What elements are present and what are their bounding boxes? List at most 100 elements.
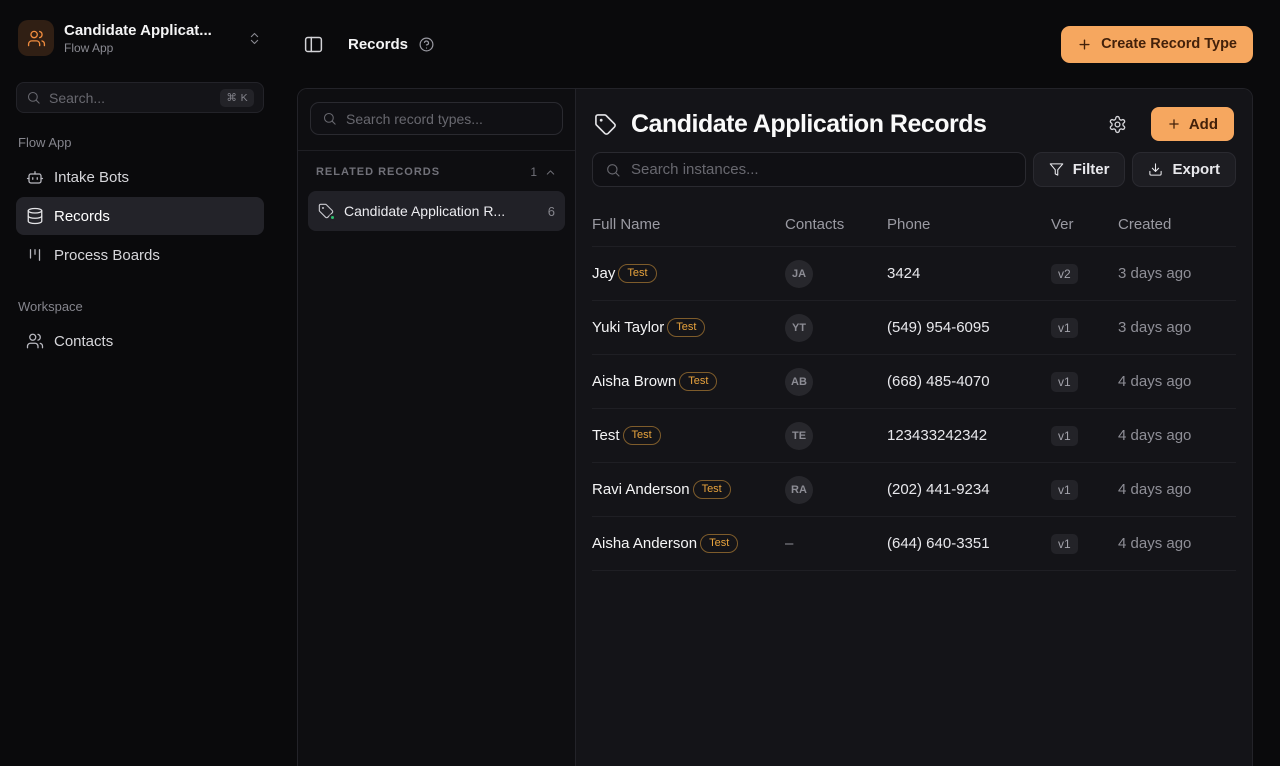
tag-icon	[318, 203, 334, 219]
instances-search[interactable]	[592, 152, 1026, 187]
col-full-name: Full Name	[592, 216, 785, 233]
col-contacts: Contacts	[785, 216, 887, 233]
search-icon	[605, 162, 621, 178]
test-badge: Test	[667, 318, 705, 337]
related-records-count: 1	[530, 165, 537, 179]
created-value: 4 days ago	[1118, 373, 1236, 390]
download-icon	[1148, 162, 1163, 177]
table-row[interactable]: Aisha AndersonTest – (644) 640-3351 v1 4…	[592, 517, 1236, 571]
record-types-search-wrap	[298, 89, 575, 151]
table-row[interactable]: Aisha BrownTest AB (668) 485-4070 v1 4 d…	[592, 355, 1236, 409]
search-icon	[322, 111, 337, 126]
record-types-panel: RELATED RECORDS 1 Candidate Application …	[298, 89, 576, 766]
chevron-up-icon	[537, 166, 557, 179]
sidebar-item-contacts[interactable]: Contacts	[16, 322, 264, 360]
avatar: JA	[785, 260, 813, 288]
related-records-label: RELATED RECORDS	[316, 166, 440, 178]
test-badge: Test	[700, 534, 738, 553]
workspace-meta: Candidate Applicat... Flow App	[64, 22, 237, 55]
sidebar-search-input[interactable]	[49, 90, 212, 106]
phone-value: 3424	[887, 265, 1051, 282]
add-record-button[interactable]: Add	[1151, 107, 1234, 141]
related-records-header[interactable]: RELATED RECORDS 1	[310, 157, 563, 187]
record-types-search[interactable]	[310, 102, 563, 135]
record-name: Yuki Taylor	[592, 319, 664, 336]
search-icon	[26, 90, 41, 105]
record-name: Ravi Anderson	[592, 481, 690, 498]
record-type-item-candidate-application[interactable]: Candidate Application R... 6	[308, 191, 565, 231]
version-badge: v2	[1051, 264, 1078, 284]
plus-icon	[1077, 37, 1092, 52]
top-header: Records Create Record Type	[280, 0, 1280, 88]
created-value: 3 days ago	[1118, 319, 1236, 336]
sidebar-item-label: Contacts	[54, 333, 113, 350]
main-toolbar: Filter Export	[592, 152, 1236, 187]
test-badge: Test	[679, 372, 717, 391]
sidebar-section-workspace: Workspace	[18, 299, 262, 314]
record-name: Aisha Anderson	[592, 535, 697, 552]
kanban-icon	[26, 246, 44, 264]
col-ver: Ver	[1051, 216, 1118, 233]
version-badge: v1	[1051, 480, 1078, 500]
phone-value: (549) 954-6095	[887, 319, 1051, 336]
content-column: Records Create Record Type	[280, 0, 1280, 766]
created-value: 4 days ago	[1118, 427, 1236, 444]
help-icon[interactable]	[414, 32, 439, 57]
test-badge: Test	[623, 426, 661, 445]
instances-search-input[interactable]	[631, 161, 1013, 178]
filter-button[interactable]: Filter	[1033, 152, 1126, 187]
database-icon	[26, 207, 44, 225]
app-root: Candidate Applicat... Flow App ⌘ K Flow …	[0, 0, 1280, 766]
record-name: Aisha Brown	[592, 373, 676, 390]
workspace-subtitle: Flow App	[64, 41, 237, 55]
sidebar-item-process-boards[interactable]: Process Boards	[16, 236, 264, 274]
table-row[interactable]: TestTest TE 123433242342 v1 4 days ago	[592, 409, 1236, 463]
col-created: Created	[1118, 216, 1236, 233]
create-record-type-button[interactable]: Create Record Type	[1061, 26, 1253, 63]
version-badge: v1	[1051, 372, 1078, 392]
export-button[interactable]: Export	[1132, 152, 1236, 187]
table-row[interactable]: Ravi AndersonTest RA (202) 441-9234 v1 4…	[592, 463, 1236, 517]
record-type-title: Candidate Application Records	[631, 110, 1090, 139]
add-record-label: Add	[1189, 116, 1218, 133]
sidebar-item-label: Intake Bots	[54, 169, 129, 186]
record-types-search-input[interactable]	[346, 111, 551, 127]
sidebar-item-label: Process Boards	[54, 247, 160, 264]
test-badge: Test	[693, 480, 731, 499]
sidebar-item-records[interactable]: Records	[16, 197, 264, 235]
workspace-switcher[interactable]: Candidate Applicat... Flow App	[16, 16, 264, 60]
test-badge: Test	[618, 264, 656, 283]
version-badge: v1	[1051, 426, 1078, 446]
record-name: Test	[592, 427, 620, 444]
sidebar-item-intake-bots[interactable]: Intake Bots	[16, 158, 264, 196]
created-value: 4 days ago	[1118, 481, 1236, 498]
status-dot	[329, 214, 336, 221]
users-icon	[26, 332, 44, 350]
phone-value: (668) 485-4070	[887, 373, 1051, 390]
avatar: RA	[785, 476, 813, 504]
main-title-row: Candidate Application Records Add	[592, 105, 1236, 141]
records-main-panel: Candidate Application Records Add	[576, 89, 1252, 766]
panel-toggle-icon[interactable]	[299, 30, 328, 59]
record-name: Jay	[592, 265, 615, 282]
sidebar: Candidate Applicat... Flow App ⌘ K Flow …	[0, 0, 280, 766]
phone-value: (202) 441-9234	[887, 481, 1051, 498]
search-shortcut-badge: ⌘ K	[220, 89, 254, 107]
table-row[interactable]: JayTest JA 3424 v2 3 days ago	[592, 247, 1236, 301]
sidebar-search[interactable]: ⌘ K	[16, 82, 264, 113]
export-label: Export	[1172, 161, 1220, 178]
chevrons-up-down-icon	[247, 31, 262, 46]
tag-icon	[594, 113, 617, 136]
bot-icon	[26, 168, 44, 186]
no-contact-dash: –	[785, 535, 793, 552]
workspace-card: RELATED RECORDS 1 Candidate Application …	[297, 88, 1253, 766]
version-badge: v1	[1051, 318, 1078, 338]
page-title: Records	[348, 36, 408, 53]
workspace-title: Candidate Applicat...	[64, 22, 237, 39]
gear-icon[interactable]	[1104, 111, 1131, 138]
filter-icon	[1049, 162, 1064, 177]
create-record-type-label: Create Record Type	[1101, 36, 1237, 52]
plus-icon	[1167, 117, 1181, 131]
table-row[interactable]: Yuki TaylorTest YT (549) 954-6095 v1 3 d…	[592, 301, 1236, 355]
record-type-count: 6	[548, 204, 555, 219]
